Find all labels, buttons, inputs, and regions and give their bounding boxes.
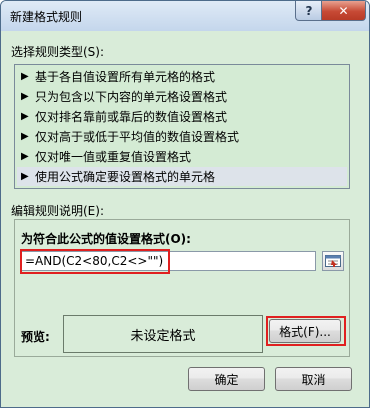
triangle-bullet-icon: ▶ bbox=[21, 111, 29, 122]
triangle-bullet-icon: ▶ bbox=[21, 91, 29, 102]
preview-text: 未设定格式 bbox=[130, 328, 196, 344]
formula-input[interactable] bbox=[21, 251, 316, 271]
rule-type-item-label: 仅对唯一值或重复值设置格式 bbox=[35, 150, 192, 164]
format-preview: 未设定格式 bbox=[63, 315, 263, 353]
triangle-bullet-icon: ▶ bbox=[21, 151, 29, 162]
rule-type-item[interactable]: ▶ 仅对唯一值或重复值设置格式 bbox=[17, 147, 347, 166]
rule-type-item-label: 仅对排名靠前或靠后的数值设置格式 bbox=[35, 110, 228, 124]
range-select-button[interactable] bbox=[322, 251, 344, 271]
rule-type-item-label: 使用公式确定要设置格式的单元格 bbox=[35, 170, 216, 184]
triangle-bullet-icon: ▶ bbox=[21, 171, 29, 182]
rule-type-item-label: 基于各自值设置所有单元格的格式 bbox=[35, 70, 216, 84]
dialog-title: 新建格式规则 bbox=[10, 10, 83, 24]
triangle-bullet-icon: ▶ bbox=[21, 71, 29, 82]
close-button[interactable]: ✕ bbox=[321, 1, 366, 21]
title-bar: 新建格式规则 ? ✕ bbox=[1, 1, 369, 31]
formula-heading: 为符合此公式的值设置格式(O): bbox=[21, 232, 191, 246]
triangle-bullet-icon: ▶ bbox=[21, 131, 29, 142]
collapse-dialog-icon bbox=[325, 255, 341, 267]
rule-type-item[interactable]: ▶ 只为包含以下内容的单元格设置格式 bbox=[17, 87, 347, 106]
help-button[interactable]: ? bbox=[295, 1, 323, 21]
dialog-body: 选择规则类型(S): ▶ 基于各自值设置所有单元格的格式 ▶ 只为包含以下内容的… bbox=[7, 31, 363, 401]
new-format-rule-dialog: 新建格式规则 ? ✕ 选择规则类型(S): ▶ 基于各自值设置所有单元格的格式 … bbox=[0, 0, 370, 408]
rule-type-item-selected[interactable]: ▶ 使用公式确定要设置格式的单元格 bbox=[17, 167, 347, 186]
rule-type-item-label: 只为包含以下内容的单元格设置格式 bbox=[35, 90, 228, 104]
rule-type-item[interactable]: ▶ 仅对排名靠前或靠后的数值设置格式 bbox=[17, 107, 347, 126]
format-button[interactable]: 格式(F)... bbox=[269, 319, 341, 343]
preview-label: 预览: bbox=[21, 330, 50, 344]
rule-type-list[interactable]: ▶ 基于各自值设置所有单元格的格式 ▶ 只为包含以下内容的单元格设置格式 ▶ 仅… bbox=[14, 64, 350, 189]
cancel-button[interactable]: 取消 bbox=[275, 367, 352, 391]
rule-type-item-label: 仅对高于或低于平均值的数值设置格式 bbox=[35, 130, 240, 144]
rule-type-item[interactable]: ▶ 基于各自值设置所有单元格的格式 bbox=[17, 67, 347, 86]
rule-type-label: 选择规则类型(S): bbox=[11, 45, 105, 59]
edit-description-label: 编辑规则说明(E): bbox=[11, 204, 104, 218]
ok-button[interactable]: 确定 bbox=[188, 367, 265, 391]
rule-type-item[interactable]: ▶ 仅对高于或低于平均值的数值设置格式 bbox=[17, 127, 347, 146]
